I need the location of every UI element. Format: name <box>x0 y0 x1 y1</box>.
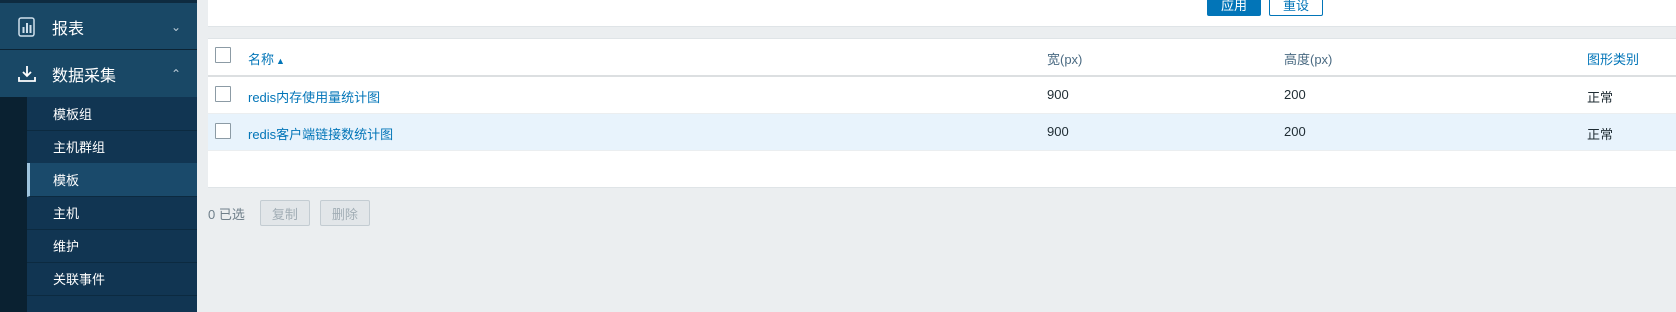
graph-height: 200 <box>1284 87 1306 102</box>
table-row: redis客户端链接数统计图 900 200 正常 <box>208 114 1676 151</box>
chevron-down-icon: ⌄ <box>170 20 182 34</box>
row-checkbox[interactable] <box>215 123 231 139</box>
column-header-graph-type[interactable]: 图形类别 <box>1587 49 1639 68</box>
graphs-table: 名称 ▲ 宽(px) 高度(px) 图形类别 redis内存使用量统计图 900 … <box>208 38 1676 188</box>
submenu: 模板组 主机群组 模板 主机 维护 关联事件 <box>27 97 197 312</box>
sidebar-item-maintenance[interactable]: 维护 <box>27 229 197 263</box>
sidebar-item-label: 主机 <box>53 206 80 221</box>
column-header-width: 宽(px) <box>1047 52 1083 67</box>
table-row: redis内存使用量统计图 900 200 正常 <box>208 77 1676 114</box>
graph-height: 200 <box>1284 124 1306 139</box>
column-header-name-label: 名称 <box>248 52 275 67</box>
sidebar-item-hosts[interactable]: 主机 <box>27 196 197 230</box>
graph-type: 正常 <box>1587 127 1614 142</box>
sidebar-item-label: 关联事件 <box>53 272 106 287</box>
sidebar-item-label: 模板 <box>53 173 80 188</box>
graph-name-link[interactable]: redis客户端链接数统计图 <box>248 124 393 143</box>
sidebar-item-templates[interactable]: 模板 <box>27 163 197 197</box>
sort-asc-icon: ▲ <box>276 56 285 66</box>
nav-reports[interactable]: 报表 ⌄ <box>0 3 197 51</box>
graph-width: 900 <box>1047 87 1069 102</box>
nav-reports-label: 报表 <box>52 21 85 38</box>
graph-name-link[interactable]: redis内存使用量统计图 <box>248 87 380 106</box>
chevron-up-icon: ⌃ <box>170 67 182 81</box>
sidebar-item-template-groups[interactable]: 模板组 <box>27 97 197 131</box>
row-checkbox[interactable] <box>215 86 231 102</box>
filter-bar: 应用 重设 <box>208 0 1676 27</box>
sidebar-item-label: 维护 <box>53 239 80 254</box>
report-icon <box>16 16 38 38</box>
selected-count: 0 已选 <box>208 206 245 222</box>
sidebar: 报表 ⌄ 数据采集 ⌃ 模板组 主机群组 模板 主机 维护 关联事件 <box>0 0 197 312</box>
select-all-checkbox[interactable] <box>215 47 231 63</box>
graph-type: 正常 <box>1587 90 1614 105</box>
sidebar-item-event-correlation[interactable]: 关联事件 <box>27 262 197 296</box>
copy-button[interactable]: 复制 <box>259 200 310 226</box>
sidebar-item-label: 模板组 <box>53 107 93 122</box>
submenu-gutter <box>0 97 27 312</box>
reset-button[interactable]: 重设 <box>1269 0 1323 16</box>
table-header-row: 名称 ▲ 宽(px) 高度(px) 图形类别 <box>208 39 1676 77</box>
column-header-name[interactable]: 名称 ▲ <box>248 49 285 68</box>
sidebar-item-label: 主机群组 <box>53 140 106 155</box>
mass-action-bar: 0 已选 复制 删除 <box>208 200 380 226</box>
nav-data-collection[interactable]: 数据采集 ⌃ <box>0 49 197 98</box>
download-icon <box>16 63 38 85</box>
column-header-height: 高度(px) <box>1284 52 1333 67</box>
nav-data-collection-label: 数据采集 <box>52 68 117 85</box>
graph-width: 900 <box>1047 124 1069 139</box>
apply-button[interactable]: 应用 <box>1207 0 1261 16</box>
delete-button[interactable]: 删除 <box>319 200 370 226</box>
sidebar-item-host-groups[interactable]: 主机群组 <box>27 130 197 164</box>
